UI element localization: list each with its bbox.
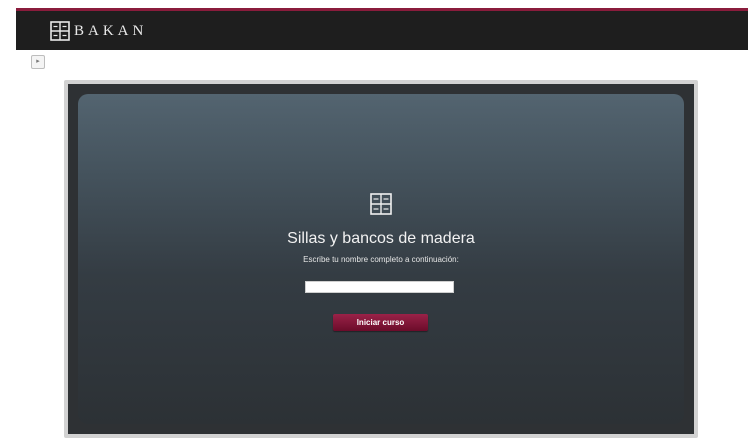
expand-toggle-icon: ▸ [36,58,40,65]
brand-name: BAKAN [74,23,148,39]
player-background: Sillas y bancos de madera Escribe tu nom… [68,84,694,434]
course-title: Sillas y bancos de madera [287,230,475,247]
bakan-mark-icon [370,193,392,215]
sidebar-toggle-button[interactable]: ▸ [31,55,45,69]
start-course-button[interactable]: Iniciar curso [333,314,428,331]
top-header: BAKAN [16,11,748,50]
course-player-frame: Sillas y bancos de madera Escribe tu nom… [64,80,698,438]
brand-logo[interactable]: BAKAN [50,20,147,42]
full-name-input[interactable] [305,281,454,293]
bakan-logo-icon [50,21,70,41]
course-start-panel: Sillas y bancos de madera Escribe tu nom… [78,94,684,424]
name-prompt-label: Escribe tu nombre completo a continuació… [303,255,459,264]
